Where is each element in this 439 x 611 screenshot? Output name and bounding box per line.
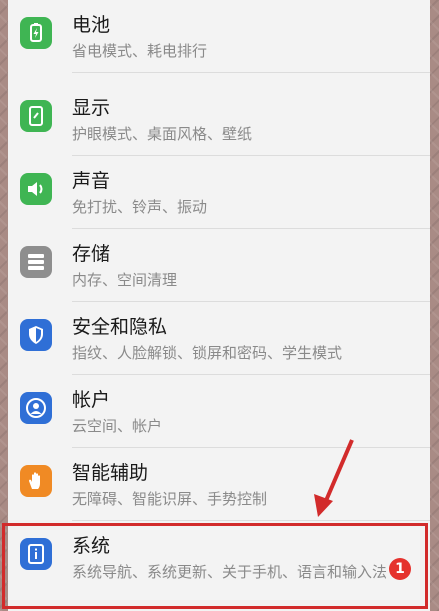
settings-item-storage[interactable]: 存储 内存、空间清理 [8, 229, 430, 302]
settings-item-title: 智能辅助 [72, 462, 149, 484]
display-icon [20, 100, 52, 132]
account-icon [20, 392, 52, 424]
settings-item-subtitle: 免打扰、铃声、振动 [72, 198, 208, 216]
settings-item-title: 存储 [72, 243, 111, 265]
settings-item-display[interactable]: 显示 护眼模式、桌面风格、壁纸 [8, 83, 430, 156]
settings-item-subtitle: 云空间、帐户 [72, 417, 163, 435]
settings-item-subtitle: 无障碍、智能识屏、手势控制 [72, 490, 268, 508]
divider [72, 72, 430, 73]
settings-item-title: 帐户 [72, 389, 111, 411]
settings-item-title: 电池 [72, 14, 111, 36]
settings-item-battery[interactable]: 电池 省电模式、耗电排行 [8, 0, 430, 73]
settings-item-subtitle: 内存、空间清理 [72, 271, 178, 289]
notification-badge: 1 [389, 558, 411, 580]
highlight-box [2, 523, 428, 609]
settings-item-subtitle: 省电模式、耗电排行 [72, 42, 208, 60]
settings-item-title: 显示 [72, 97, 111, 119]
settings-item-security-privacy[interactable]: 安全和隐私 指纹、人脸解锁、锁屏和密码、学生模式 [8, 302, 430, 375]
hand-icon [20, 465, 52, 497]
settings-item-title: 声音 [72, 170, 111, 192]
storage-icon [20, 246, 52, 278]
battery-icon [20, 17, 52, 49]
sound-icon [20, 173, 52, 205]
settings-item-smart-assist[interactable]: 智能辅助 无障碍、智能识屏、手势控制 [8, 448, 430, 521]
settings-item-title: 安全和隐私 [72, 316, 168, 338]
settings-item-account[interactable]: 帐户 云空间、帐户 [8, 375, 430, 448]
settings-item-subtitle: 指纹、人脸解锁、锁屏和密码、学生模式 [72, 344, 343, 362]
security-shield-icon [20, 319, 52, 351]
settings-list: 电池 省电模式、耗电排行 显示 护眼模式、桌面风格、壁纸 声音 免打扰、铃声、振… [8, 0, 430, 611]
settings-item-sound[interactable]: 声音 免打扰、铃声、振动 [8, 156, 430, 229]
settings-item-subtitle: 护眼模式、桌面风格、壁纸 [72, 125, 253, 143]
